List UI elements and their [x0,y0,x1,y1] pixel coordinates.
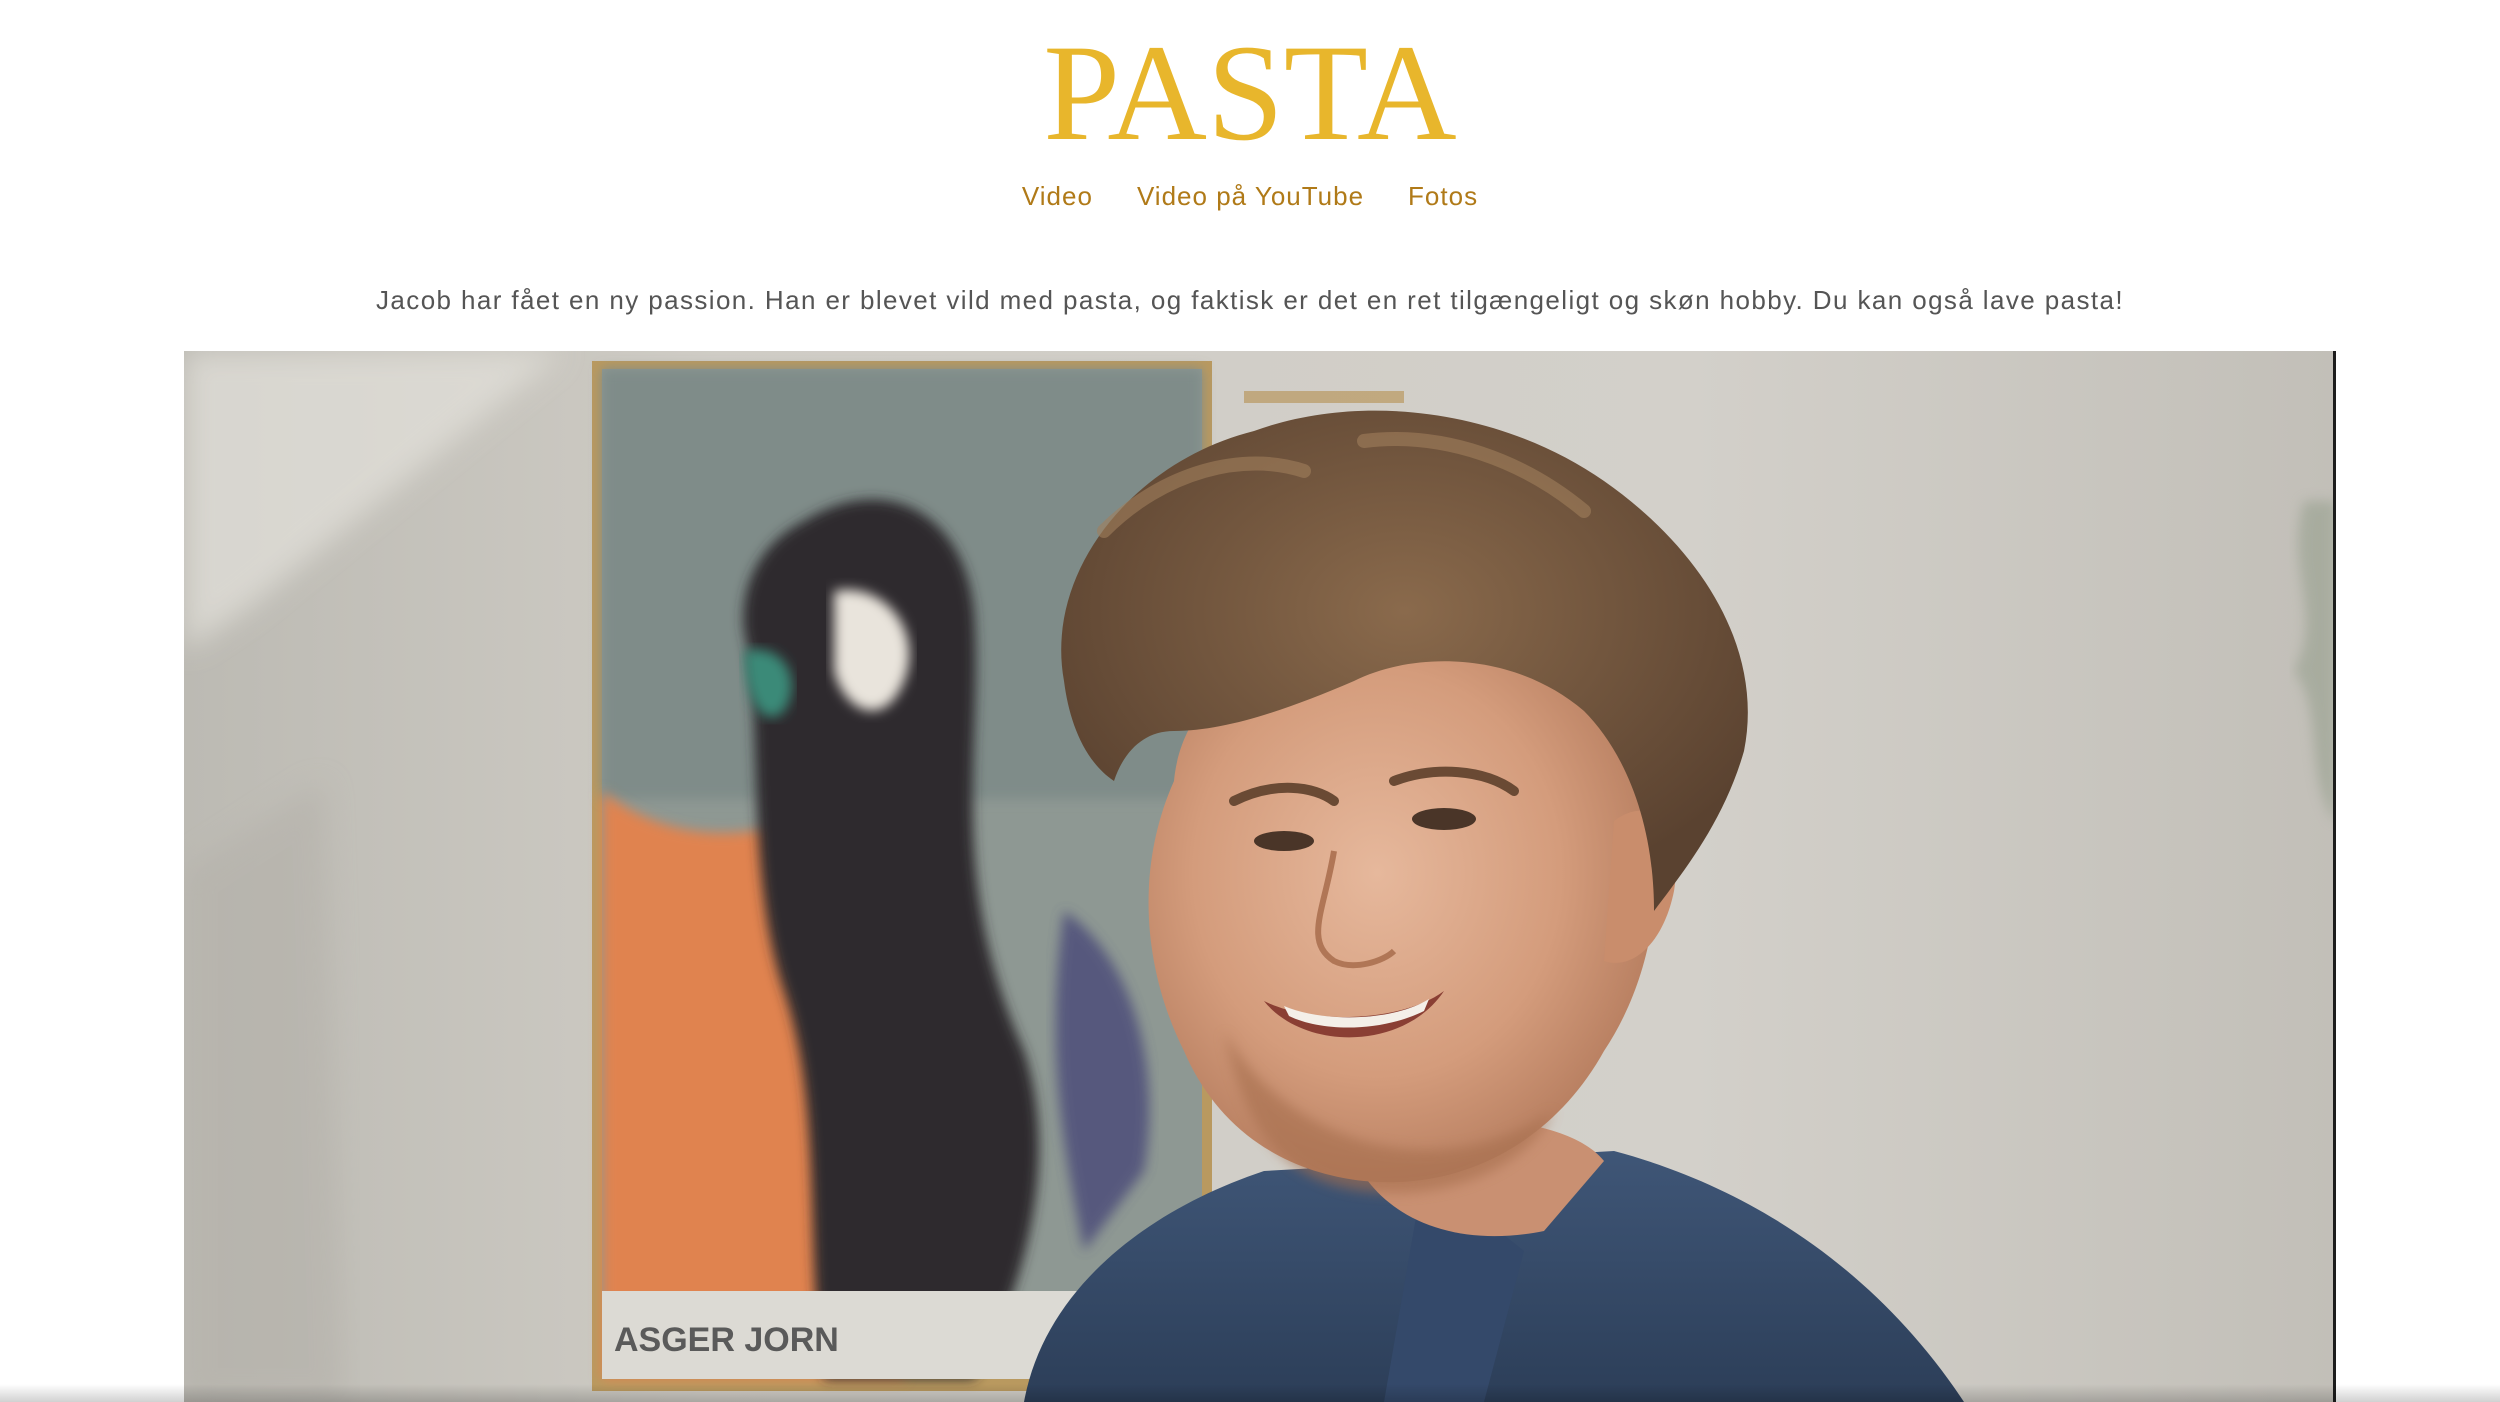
video-frame: ASGER JORN [184,351,2333,1402]
page: PASTA Video Video på YouTube Fotos Jacob… [0,0,2500,1402]
intro-text: Jacob har fået en ny passion. Han er ble… [376,285,2124,315]
video-player[interactable]: ASGER JORN [184,351,2336,1402]
nav-link-video-youtube[interactable]: Video på YouTube [1137,176,1364,216]
site-title[interactable]: PASTA [0,18,2500,168]
main-nav: Video Video på YouTube Fotos [0,176,2500,216]
nav-link-video[interactable]: Video [1022,176,1093,216]
nav-link-fotos[interactable]: Fotos [1408,176,1478,216]
poster-caption: ASGER JORN [614,1321,839,1359]
